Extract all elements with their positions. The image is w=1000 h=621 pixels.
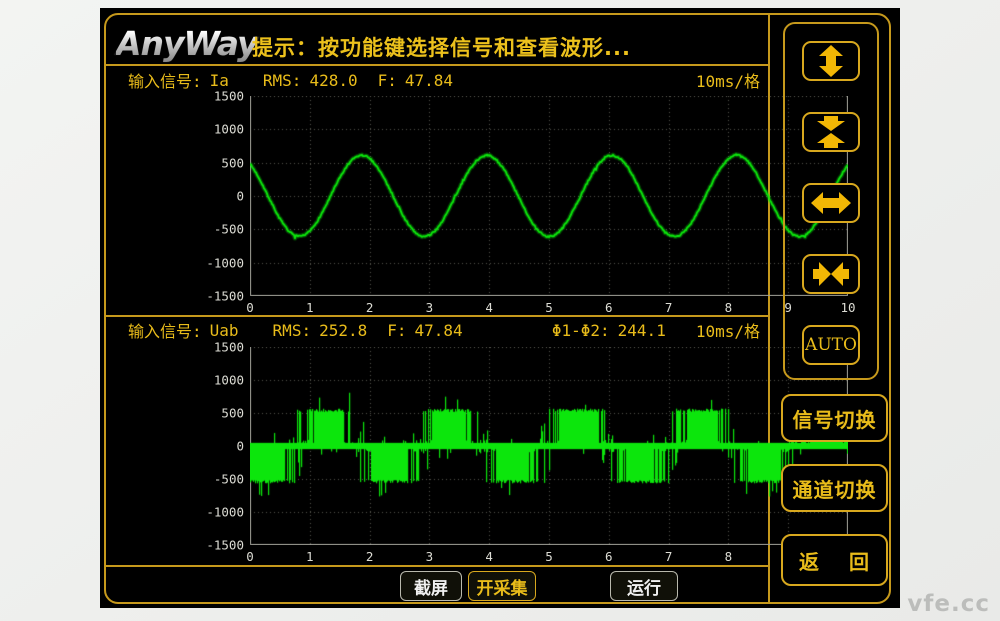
channel1-timebase: 10ms/格	[696, 68, 760, 92]
y-axis-tick-label: -1500	[192, 538, 244, 553]
channel1-input-label: 输入信号:	[128, 68, 202, 92]
channel1-rms-value: 428.0	[309, 71, 357, 90]
channel2-signal-name: Uab	[210, 321, 239, 340]
collapse-horizontal-button[interactable]	[802, 254, 860, 294]
header-divider	[105, 64, 769, 66]
channel1-info-row: 输入信号: Ia RMS: 428.0 F: 47.84 10ms/格	[128, 70, 760, 90]
y-axis-tick-label: -1000	[192, 255, 244, 270]
x-axis-tick-label: 0	[238, 300, 262, 315]
back-button[interactable]: 返 回	[781, 534, 888, 586]
back-button-label-right: 回	[849, 546, 870, 575]
channel2-freq-label: F:	[387, 321, 406, 340]
channel1-signal-name: Ia	[210, 71, 229, 90]
y-axis-tick-label: 500	[192, 155, 244, 170]
y-axis-tick-label: -500	[192, 472, 244, 487]
x-axis-tick-label: 4	[477, 300, 501, 315]
expand-vertical-icon	[811, 45, 851, 77]
watermark: vfe.cc	[907, 591, 990, 617]
y-axis-tick-label: 1000	[192, 373, 244, 388]
channel2-rms-label: RMS:	[273, 321, 312, 340]
x-axis-tick-label: 5	[537, 549, 561, 564]
channel2-timebase: 10ms/格	[696, 318, 760, 342]
y-axis-tick-label: 500	[192, 406, 244, 421]
channel2-waveform-canvas	[250, 347, 848, 545]
x-axis-tick-label: 6	[597, 549, 621, 564]
channel1-freq-value: 47.84	[405, 71, 453, 90]
x-axis-tick-label: 3	[417, 300, 441, 315]
x-axis-tick-label: 7	[657, 300, 681, 315]
auto-button[interactable]: AUTO	[802, 325, 860, 365]
collapse-vertical-icon	[811, 116, 851, 148]
channel2-freq-value: 47.84	[415, 321, 463, 340]
channel-switch-button[interactable]: 通道切换	[781, 464, 888, 512]
x-axis-tick-label: 2	[358, 549, 382, 564]
y-axis-tick-label: -1000	[192, 505, 244, 520]
y-axis-tick-label: 1500	[192, 340, 244, 355]
x-axis-tick-label: 7	[657, 549, 681, 564]
channel2-info-row: 输入信号: Uab RMS: 252.8 F: 47.84 Φ1-Φ2: 244…	[128, 320, 760, 340]
channel1-freq-label: F:	[378, 71, 397, 90]
x-axis-tick-label: 8	[716, 300, 740, 315]
channel2-input-label: 输入信号:	[128, 318, 202, 342]
back-button-label-left: 返	[799, 546, 820, 575]
expand-horizontal-button[interactable]	[802, 183, 860, 223]
y-axis-tick-label: -500	[192, 222, 244, 237]
channel1-waveform-canvas	[250, 96, 848, 296]
expand-vertical-button[interactable]	[802, 41, 860, 81]
y-axis-tick-label: 1500	[192, 89, 244, 104]
y-axis-tick-label: 0	[192, 439, 244, 454]
expand-horizontal-icon	[811, 187, 851, 219]
collapse-horizontal-icon	[811, 258, 851, 290]
channel1-rms-label: RMS:	[263, 71, 302, 90]
channel2-phase-value: 244.1	[618, 321, 666, 340]
y-axis-tick-label: -1500	[192, 289, 244, 304]
status-prompt: 提示：按功能键选择信号和查看波形...	[252, 32, 631, 62]
run-button[interactable]: 运行	[610, 571, 678, 601]
brand-logo: AnyWay	[116, 24, 257, 63]
screenshot-button[interactable]: 截屏	[400, 571, 462, 601]
collapse-vertical-button[interactable]	[802, 112, 860, 152]
x-axis-tick-label: 2	[358, 300, 382, 315]
channel2-rms-value: 252.8	[319, 321, 367, 340]
x-axis-tick-label: 1	[298, 300, 322, 315]
x-axis-tick-label: 3	[417, 549, 441, 564]
x-axis-tick-label: 0	[238, 549, 262, 564]
x-axis-tick-label: 6	[597, 300, 621, 315]
x-axis-tick-label: 5	[537, 300, 561, 315]
footer-divider	[105, 565, 769, 567]
channel1-plot: 150010005000-500-1000-1500012345678910	[250, 96, 848, 296]
y-axis-tick-label: 0	[192, 189, 244, 204]
channel2-phase-label: Φ1-Φ2:	[552, 321, 610, 340]
analyzer-screen: AnyWay 提示：按功能键选择信号和查看波形... 输入信号: Ia RMS:…	[100, 8, 900, 608]
y-axis-tick-label: 1000	[192, 122, 244, 137]
x-axis-tick-label: 1	[298, 549, 322, 564]
signal-switch-button[interactable]: 信号切换	[781, 394, 888, 442]
channel-divider	[105, 315, 769, 317]
x-axis-tick-label: 4	[477, 549, 501, 564]
start-acquisition-button[interactable]: 开采集	[468, 571, 536, 601]
x-axis-tick-label: 8	[716, 549, 740, 564]
page-background: AnyWay 提示：按功能键选择信号和查看波形... 输入信号: Ia RMS:…	[0, 0, 1000, 621]
channel2-plot: 150010005000-500-1000-1500012345678910	[250, 347, 848, 545]
